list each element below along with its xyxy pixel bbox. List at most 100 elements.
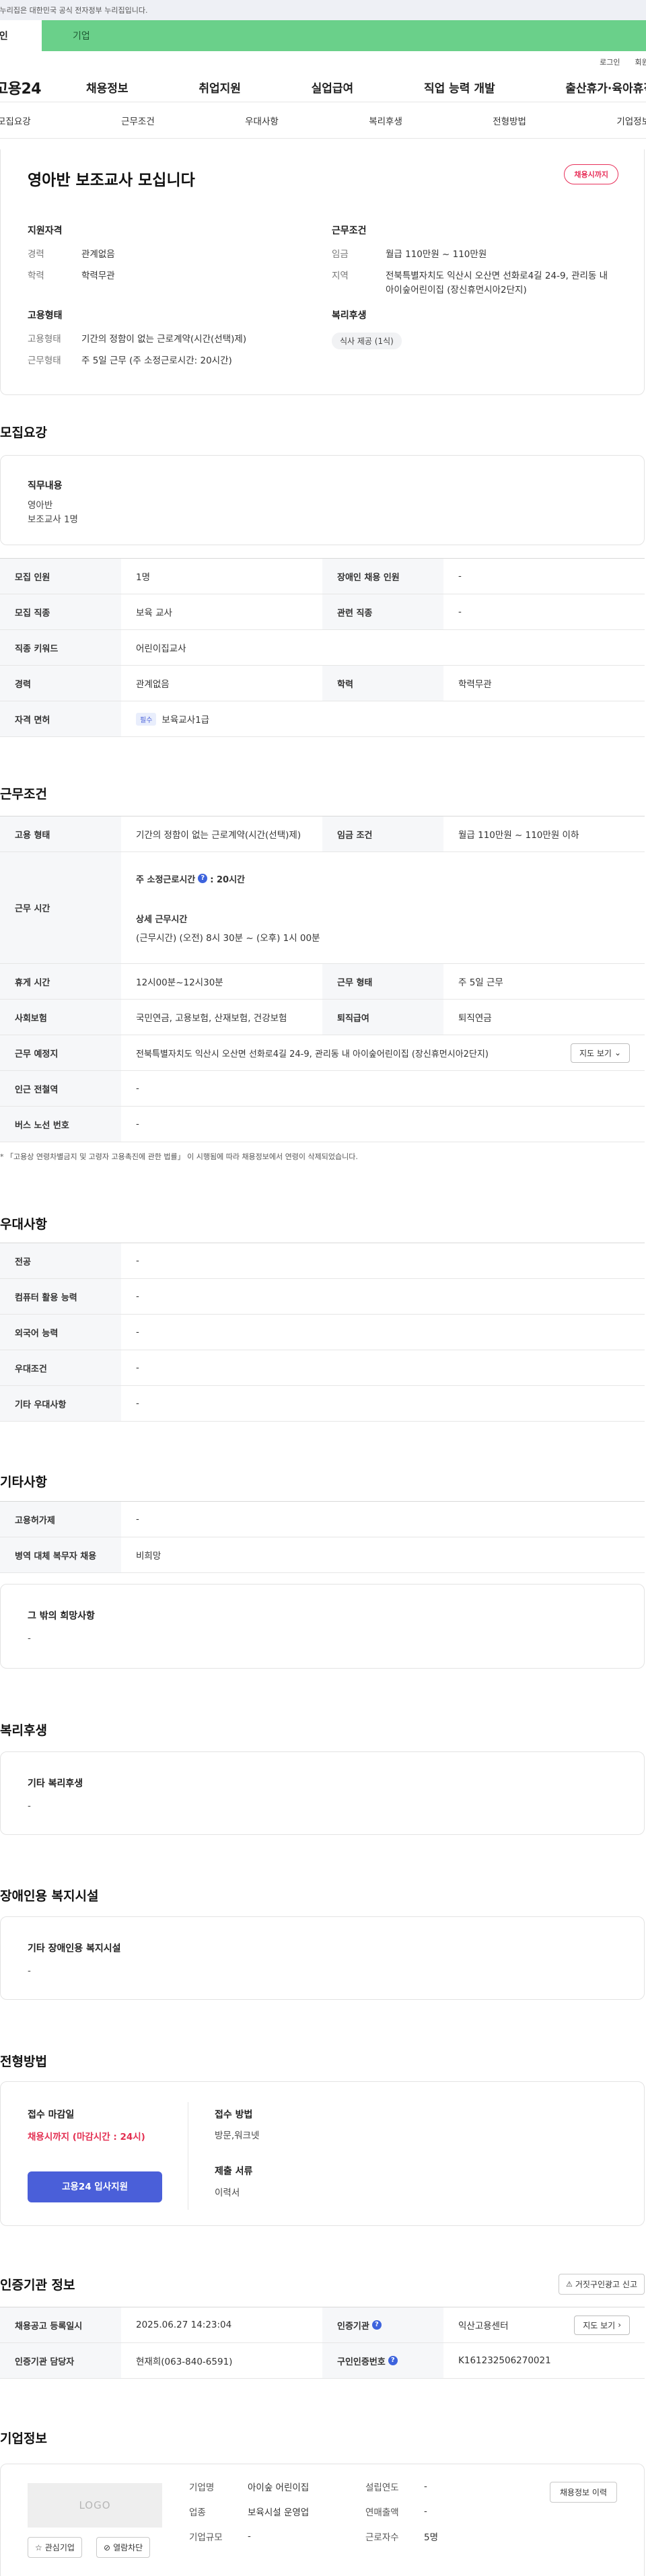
- subway-label: 인근 전철역: [0, 1071, 121, 1106]
- license-value: 보육교사1급: [162, 715, 210, 726]
- cert-org-label: 인증기관?: [322, 2307, 443, 2342]
- work-form-label: 근무 형태: [322, 964, 443, 999]
- hours-cell: 주 소정근로시간 ? : 20시간 상세 근무시간 (근무시간) (오전) 8시…: [121, 852, 645, 963]
- table-row: 버스 노선 번호 -: [0, 1107, 645, 1142]
- bus-value: -: [136, 1119, 139, 1129]
- prefer-label-computer: 컴퓨터 활용 능력: [0, 1279, 121, 1314]
- info-icon[interactable]: ?: [388, 2356, 398, 2365]
- summary-career-label: 경력: [28, 249, 44, 260]
- table-row: 인근 전철역 -: [0, 1071, 645, 1107]
- gnb-item-parental-leave[interactable]: 출산휴가·육아휴직: [565, 79, 646, 96]
- table-row: 인증기관 담당자 현재희(063-840-6591) 구인인증번호? K1612…: [0, 2343, 645, 2379]
- duty-box: 직무내용 영아반 보조교사 1명: [0, 455, 645, 545]
- subnav-process[interactable]: 전형방법: [493, 114, 526, 127]
- summary-cond-heading: 근무조건: [332, 225, 367, 236]
- subnav-recruit[interactable]: 모집요강: [0, 114, 31, 127]
- gov-banner: 이 누리집은 대한민국 공식 전자정부 누리집입니다.: [0, 0, 646, 20]
- workplace-value: 전북특별자치도 익산시 오산면 선화로4길 24-9, 관리동 내 아이숲어린이…: [136, 1049, 489, 1059]
- hours-label: 근무 시간: [0, 852, 121, 963]
- map-button[interactable]: 지도 보기 ⌄: [570, 1043, 630, 1063]
- hours-total-label: 주 소정근로시간: [136, 874, 196, 885]
- table-row: 자격 면허 필수 보육교사1급: [0, 701, 645, 737]
- required-badge: 필수: [136, 712, 157, 726]
- company-size-label: 기업규모: [189, 2532, 223, 2543]
- emp-type-value: 기간의 정함이 없는 근로계약(시간(선택)제): [136, 830, 301, 841]
- gnb-menu: 채용정보 취업지원 실업급여 직업 능력 개발 출산휴가·육아휴직: [74, 79, 646, 96]
- summary-conditions: 근무조건 임금 월급 110만원 ~ 110만원 지역 전북특별자치도 익산시 오산…: [332, 223, 618, 305]
- subnav-prefer[interactable]: 우대사항: [245, 114, 279, 127]
- subnav-work[interactable]: 근무조건: [121, 114, 155, 127]
- section-title-process: 전형방법: [0, 2054, 47, 2069]
- subway-value: -: [136, 1083, 139, 1094]
- age-law-note: * 「고용상 연령차별금지 및 고령자 고용촉진에 관한 법률」 이 시행됨에 …: [0, 1152, 358, 1161]
- summary-edu-label: 학력: [28, 271, 44, 282]
- reg-date-value: 2025.06.27 14:23:04: [136, 2320, 232, 2330]
- docs-heading: 제출 서류: [215, 2166, 253, 2177]
- info-icon[interactable]: ?: [198, 874, 208, 883]
- related-job-label: 관련 직종: [322, 594, 443, 629]
- cert-table: 채용공고 등록일시 2025.06.27 14:23:04 인증기관? 익산고용…: [0, 2307, 645, 2379]
- wage-value: 월급 110만원 ~ 110만원 이하: [458, 830, 579, 841]
- company-row: 기업명 아이숲 어린이집 설립연도 -: [189, 2474, 438, 2499]
- method-heading: 접수 방법: [215, 2110, 253, 2120]
- summary-region-value: 전북특별자치도 익산시 오산면 선화로4길 24-9, 관리동 내 아이숲어린이…: [386, 271, 608, 295]
- report-fake-ad-button[interactable]: ⚠ 거짓구인광고 신고: [558, 2274, 645, 2295]
- license-label: 자격 면허: [0, 701, 121, 736]
- deadline-heading: 접수 마감일: [28, 2110, 75, 2120]
- job-category-label: 모집 직종: [0, 594, 121, 629]
- login-link[interactable]: 로그인: [600, 57, 620, 67]
- section-subnav: 모집요강 근무조건 우대사항 복리후생 전형방법 기업정보: [0, 102, 646, 139]
- table-row: 휴게 시간 12시00분~12시30분 근무 형태 주 5일 근무: [0, 964, 645, 1000]
- global-nav: 고용24 채용정보 취업지원 실업급여 직업 능력 개발 출산휴가·육아휴직: [0, 73, 646, 102]
- site-logo[interactable]: 고용24: [0, 77, 74, 98]
- info-icon[interactable]: ?: [371, 2320, 382, 2330]
- join-link[interactable]: 회원가입: [635, 57, 646, 67]
- tab-personal[interactable]: 개인: [0, 20, 42, 51]
- edu-label: 학력: [322, 666, 443, 701]
- block-icon: ⊘: [104, 2542, 111, 2552]
- cert-org-value: 익산고용센터: [458, 2321, 509, 2332]
- section-title-cert: 인증기관 정보: [0, 2278, 75, 2293]
- deadline-value: 채용시까지 (마감시간 : 24시): [28, 2132, 145, 2143]
- work-form-value: 주 5일 근무: [458, 977, 503, 988]
- table-row: 기타 우대사항 -: [0, 1386, 645, 1422]
- employee-count-label: 근로자수: [365, 2532, 399, 2543]
- recruit-table: 모집 인원 1명 장애인 채용 인원 - 모집 직종 보육 교사 관련 직종 -…: [0, 558, 645, 737]
- founded-label: 설립연도: [365, 2482, 399, 2493]
- section-title-recruit: 모집요강: [0, 425, 47, 440]
- cert-manager-label: 인증기관 담당자: [0, 2343, 121, 2378]
- favorite-company-button[interactable]: ☆ 관심기업: [28, 2537, 82, 2558]
- gnb-item-employment-support[interactable]: 취업지원: [199, 79, 241, 96]
- gnb-item-training[interactable]: 직업 능력 개발: [424, 79, 495, 96]
- section-title-company: 기업정보: [0, 2431, 47, 2446]
- emp-type-label: 고용 형태: [0, 816, 121, 851]
- industry-label: 업종: [189, 2507, 206, 2518]
- section-title-prefer: 우대사항: [0, 1217, 47, 1232]
- disabled-facility-heading: 기타 장애인용 복지시설: [28, 1943, 121, 1954]
- workplace-cell: 전북특별자치도 익산시 오산면 선화로4길 24-9, 관리동 내 아이숲어린이…: [121, 1035, 645, 1070]
- gnb-item-jobs[interactable]: 채용정보: [86, 79, 129, 96]
- cert-map-button[interactable]: 지도 보기 ›: [574, 2315, 630, 2335]
- prefer-value-other: -: [136, 1398, 139, 1409]
- job-history-button[interactable]: 채용정보 이력: [549, 2482, 617, 2503]
- break-label: 휴게 시간: [0, 964, 121, 999]
- table-row: 병역 대체 복무자 채용 비희망: [0, 1537, 645, 1573]
- other-wishes-box: 그 밖의 희망사항 -: [0, 1584, 645, 1669]
- edu-value: 학력무관: [458, 679, 492, 690]
- table-row: 고용허가제 -: [0, 1502, 645, 1537]
- subnav-company[interactable]: 기업정보: [616, 114, 646, 127]
- prefer-label-condition: 우대조건: [0, 1350, 121, 1385]
- apply-button[interactable]: 고용24 입사지원: [28, 2171, 162, 2202]
- prefer-label-language: 외국어 능력: [0, 1315, 121, 1350]
- tab-company[interactable]: 기업: [42, 20, 646, 51]
- subnav-welfare[interactable]: 복리후생: [369, 114, 402, 127]
- job-summary-card: 영아반 보조교사 모십니다 채용시까지 지원자격 경력 관계없음 학력 학력무관 고…: [0, 149, 645, 395]
- block-view-button[interactable]: ⊘ 열람차단: [96, 2537, 151, 2558]
- disabled-facility-value: -: [28, 1965, 31, 1976]
- gnb-item-unemployment-benefit[interactable]: 실업급여: [312, 79, 354, 96]
- disabled-headcount-label: 장애인 채용 인원: [322, 559, 443, 594]
- founded-value: -: [424, 2480, 427, 2492]
- sales-value: -: [424, 2505, 427, 2517]
- table-row: 모집 인원 1명 장애인 채용 인원 -: [0, 559, 645, 594]
- reg-date-label: 채용공고 등록일시: [0, 2307, 121, 2342]
